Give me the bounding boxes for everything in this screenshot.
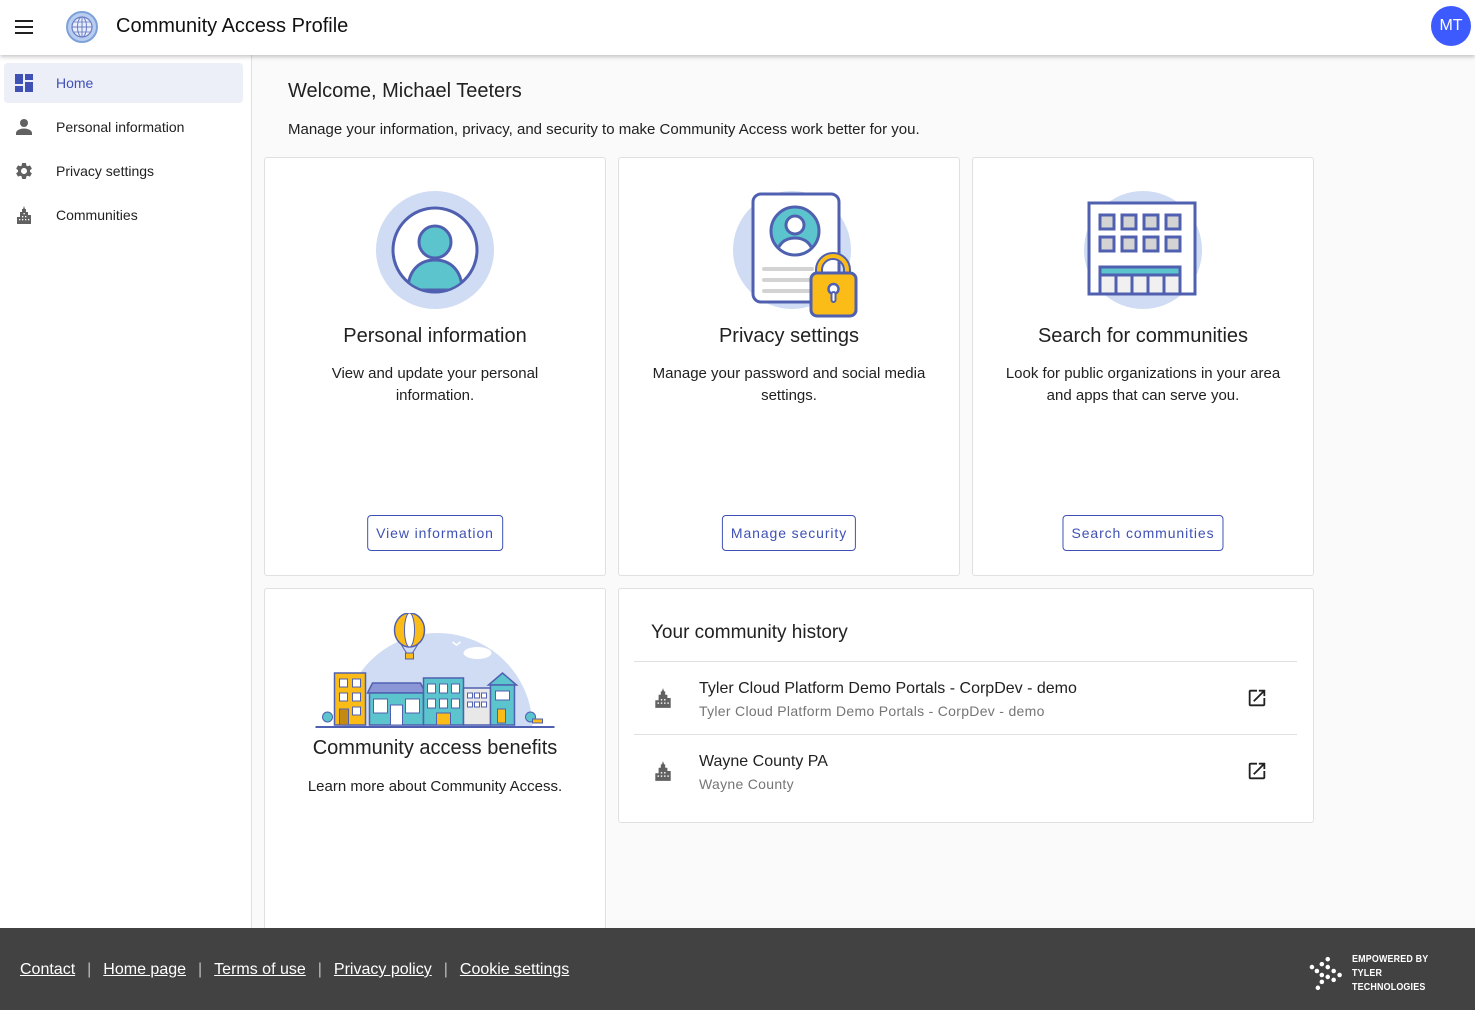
footer-links: Contact | Home page | Terms of use | Pri… [20, 961, 569, 979]
footer-separator: | [87, 961, 92, 978]
footer-link-cookie-settings[interactable]: Cookie settings [460, 961, 569, 979]
document-lock-icon [733, 191, 858, 318]
community-name: Wayne County PA [699, 753, 828, 770]
footer: Contact | Home page | Terms of use | Pri… [0, 928, 1475, 1010]
sidebar-item-label: Privacy settings [56, 163, 155, 179]
list-item[interactable]: Wayne County PA Wayne County [634, 734, 1297, 807]
search-communities-button[interactable]: Search communities [1062, 515, 1224, 551]
tyler-brand-text: EMPOWERED BY TYLER TECHNOLOGIES [1352, 952, 1457, 994]
sidebar-item-label: Personal information [56, 119, 185, 135]
menu-icon-bar [15, 32, 33, 34]
globe-logo-icon [66, 11, 98, 43]
footer-separator: | [443, 961, 448, 978]
community-subtitle: Wayne County [699, 776, 794, 792]
hamburger-menu-button[interactable] [12, 15, 36, 39]
community-name: Tyler Cloud Platform Demo Portals - Corp… [699, 680, 1077, 697]
card-title: Search for communities [1037, 325, 1249, 347]
card-title: Community access benefits [312, 737, 558, 759]
community-benefits-card[interactable]: Community access benefits Learn more abo… [264, 588, 606, 948]
city-building-icon [17, 206, 31, 224]
manage-security-button[interactable]: Manage security [721, 515, 857, 551]
sidebar-item-privacy-settings[interactable]: Privacy settings [4, 151, 243, 191]
card-description: Learn more about Community Access. [307, 778, 563, 795]
community-history-title: Your community history [651, 622, 848, 643]
person-icon [16, 119, 32, 135]
sidebar-item-label: Home [56, 75, 94, 91]
card-title: Privacy settings [718, 325, 860, 347]
community-history-card: Your community history Tyler Cloud Platf… [618, 588, 1314, 823]
sidebar-item-communities[interactable]: Communities [4, 195, 243, 235]
dashboard-icon [15, 74, 33, 92]
sidebar-item-label: Communities [56, 207, 138, 223]
office-building-icon [1084, 191, 1202, 309]
tyler-dots-logo-icon [1309, 956, 1342, 991]
user-avatar-button[interactable]: MT [1431, 6, 1471, 46]
town-illustration [315, 613, 555, 728]
card-title: Personal information [343, 325, 527, 347]
menu-icon [15, 20, 33, 22]
footer-link-terms-of-use[interactable]: Terms of use [214, 961, 306, 979]
footer-link-privacy-policy[interactable]: Privacy policy [334, 961, 432, 979]
city-building-icon [655, 761, 671, 781]
privacy-settings-card: Privacy settings Manage your password an… [618, 157, 960, 576]
tyler-technologies-brand: EMPOWERED BY TYLER TECHNOLOGIES [1308, 952, 1475, 994]
gear-icon [16, 163, 32, 179]
card-description: View and update your personal informatio… [331, 365, 539, 404]
card-description: Manage your password and social media se… [652, 365, 926, 404]
personal-information-card: Personal information View and update you… [264, 157, 606, 576]
footer-link-contact[interactable]: Contact [20, 961, 75, 979]
search-communities-card: Search for communities Look for public o… [972, 157, 1314, 576]
footer-separator: | [317, 961, 322, 978]
welcome-subtitle: Manage your information, privacy, and se… [288, 121, 920, 138]
list-item[interactable]: Tyler Cloud Platform Demo Portals - Corp… [634, 661, 1297, 734]
open-in-new-icon[interactable] [1246, 687, 1268, 709]
view-information-button[interactable]: View information [367, 515, 503, 551]
open-in-new-icon[interactable] [1246, 760, 1268, 782]
menu-icon-bar [15, 26, 33, 28]
welcome-heading: Welcome, Michael Teeters [288, 80, 522, 102]
sidebar-item-home[interactable]: Home [4, 63, 243, 103]
profile-avatar-icon [376, 191, 494, 309]
city-building-icon [655, 688, 671, 708]
footer-separator: | [198, 961, 203, 978]
sidebar-nav: Home Personal information Privacy settin… [0, 55, 252, 928]
community-subtitle: Tyler Cloud Platform Demo Portals - Corp… [699, 703, 1045, 719]
sidebar-item-personal-information[interactable]: Personal information [4, 107, 243, 147]
app-title: Community Access Profile [116, 15, 349, 37]
brand-line-2: TYLER TECHNOLOGIES [1351, 967, 1426, 993]
card-description: Look for public organizations in your ar… [1005, 365, 1281, 404]
top-app-bar: Community Access Profile MT [0, 0, 1475, 55]
footer-link-home-page[interactable]: Home page [103, 961, 186, 979]
brand-line-1: EMPOWERED BY [1351, 953, 1428, 965]
